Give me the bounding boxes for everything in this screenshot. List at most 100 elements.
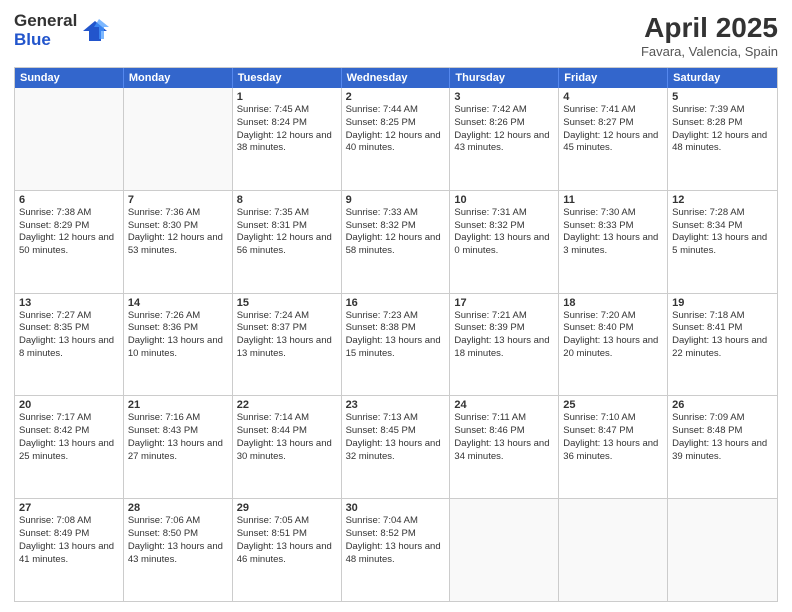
day-info: Sunrise: 7:42 AMSunset: 8:26 PMDaylight:… [454, 104, 554, 155]
day-info: Sunrise: 7:18 AMSunset: 8:41 PMDaylight:… [672, 310, 773, 361]
day-info: Sunrise: 7:41 AMSunset: 8:27 PMDaylight:… [563, 104, 663, 155]
day-info: Sunrise: 7:08 AMSunset: 8:49 PMDaylight:… [19, 515, 119, 566]
calendar-header-cell: Friday [559, 68, 668, 88]
calendar-cell: 10Sunrise: 7:31 AMSunset: 8:32 PMDayligh… [450, 191, 559, 293]
day-info: Sunrise: 7:39 AMSunset: 8:28 PMDaylight:… [672, 104, 773, 155]
calendar-cell: 18Sunrise: 7:20 AMSunset: 8:40 PMDayligh… [559, 294, 668, 396]
calendar-cell: 9Sunrise: 7:33 AMSunset: 8:32 PMDaylight… [342, 191, 451, 293]
calendar-cell: 19Sunrise: 7:18 AMSunset: 8:41 PMDayligh… [668, 294, 777, 396]
day-info: Sunrise: 7:06 AMSunset: 8:50 PMDaylight:… [128, 515, 228, 566]
day-number: 2 [346, 91, 446, 103]
calendar-cell: 17Sunrise: 7:21 AMSunset: 8:39 PMDayligh… [450, 294, 559, 396]
calendar-cell: 26Sunrise: 7:09 AMSunset: 8:48 PMDayligh… [668, 396, 777, 498]
subtitle: Favara, Valencia, Spain [641, 44, 778, 59]
calendar-cell: 24Sunrise: 7:11 AMSunset: 8:46 PMDayligh… [450, 396, 559, 498]
day-number: 3 [454, 91, 554, 103]
calendar-cell: 22Sunrise: 7:14 AMSunset: 8:44 PMDayligh… [233, 396, 342, 498]
title-area: April 2025 Favara, Valencia, Spain [641, 12, 778, 59]
calendar-cell: 4Sunrise: 7:41 AMSunset: 8:27 PMDaylight… [559, 88, 668, 190]
day-info: Sunrise: 7:35 AMSunset: 8:31 PMDaylight:… [237, 207, 337, 258]
calendar-row: 13Sunrise: 7:27 AMSunset: 8:35 PMDayligh… [15, 293, 777, 396]
calendar-header-cell: Thursday [450, 68, 559, 88]
day-info: Sunrise: 7:14 AMSunset: 8:44 PMDaylight:… [237, 412, 337, 463]
logo-blue: Blue [14, 31, 77, 50]
calendar-cell [450, 499, 559, 601]
logo-icon [81, 17, 109, 45]
calendar-header-cell: Wednesday [342, 68, 451, 88]
calendar: SundayMondayTuesdayWednesdayThursdayFrid… [14, 67, 778, 602]
day-info: Sunrise: 7:23 AMSunset: 8:38 PMDaylight:… [346, 310, 446, 361]
calendar-cell [559, 499, 668, 601]
day-info: Sunrise: 7:16 AMSunset: 8:43 PMDaylight:… [128, 412, 228, 463]
day-info: Sunrise: 7:13 AMSunset: 8:45 PMDaylight:… [346, 412, 446, 463]
day-number: 14 [128, 297, 228, 309]
day-info: Sunrise: 7:38 AMSunset: 8:29 PMDaylight:… [19, 207, 119, 258]
day-number: 6 [19, 194, 119, 206]
main-title: April 2025 [641, 12, 778, 44]
day-info: Sunrise: 7:05 AMSunset: 8:51 PMDaylight:… [237, 515, 337, 566]
day-info: Sunrise: 7:45 AMSunset: 8:24 PMDaylight:… [237, 104, 337, 155]
header: General Blue April 2025 Favara, Valencia… [14, 12, 778, 59]
logo: General Blue [14, 12, 109, 49]
calendar-cell: 13Sunrise: 7:27 AMSunset: 8:35 PMDayligh… [15, 294, 124, 396]
calendar-cell: 28Sunrise: 7:06 AMSunset: 8:50 PMDayligh… [124, 499, 233, 601]
logo-general: General [14, 12, 77, 31]
day-number: 17 [454, 297, 554, 309]
day-info: Sunrise: 7:21 AMSunset: 8:39 PMDaylight:… [454, 310, 554, 361]
day-number: 18 [563, 297, 663, 309]
calendar-header-cell: Tuesday [233, 68, 342, 88]
day-number: 29 [237, 502, 337, 514]
day-number: 25 [563, 399, 663, 411]
day-info: Sunrise: 7:36 AMSunset: 8:30 PMDaylight:… [128, 207, 228, 258]
day-number: 7 [128, 194, 228, 206]
day-number: 22 [237, 399, 337, 411]
day-info: Sunrise: 7:09 AMSunset: 8:48 PMDaylight:… [672, 412, 773, 463]
calendar-row: 20Sunrise: 7:17 AMSunset: 8:42 PMDayligh… [15, 395, 777, 498]
day-number: 5 [672, 91, 773, 103]
calendar-cell: 12Sunrise: 7:28 AMSunset: 8:34 PMDayligh… [668, 191, 777, 293]
day-info: Sunrise: 7:10 AMSunset: 8:47 PMDaylight:… [563, 412, 663, 463]
day-number: 11 [563, 194, 663, 206]
calendar-header-cell: Sunday [15, 68, 124, 88]
day-number: 12 [672, 194, 773, 206]
day-number: 30 [346, 502, 446, 514]
day-number: 26 [672, 399, 773, 411]
day-number: 10 [454, 194, 554, 206]
calendar-cell: 29Sunrise: 7:05 AMSunset: 8:51 PMDayligh… [233, 499, 342, 601]
day-info: Sunrise: 7:04 AMSunset: 8:52 PMDaylight:… [346, 515, 446, 566]
day-info: Sunrise: 7:26 AMSunset: 8:36 PMDaylight:… [128, 310, 228, 361]
calendar-cell: 20Sunrise: 7:17 AMSunset: 8:42 PMDayligh… [15, 396, 124, 498]
day-number: 21 [128, 399, 228, 411]
day-info: Sunrise: 7:11 AMSunset: 8:46 PMDaylight:… [454, 412, 554, 463]
calendar-cell: 6Sunrise: 7:38 AMSunset: 8:29 PMDaylight… [15, 191, 124, 293]
day-info: Sunrise: 7:24 AMSunset: 8:37 PMDaylight:… [237, 310, 337, 361]
day-info: Sunrise: 7:17 AMSunset: 8:42 PMDaylight:… [19, 412, 119, 463]
calendar-row: 1Sunrise: 7:45 AMSunset: 8:24 PMDaylight… [15, 88, 777, 190]
calendar-body: 1Sunrise: 7:45 AMSunset: 8:24 PMDaylight… [15, 88, 777, 601]
calendar-cell: 30Sunrise: 7:04 AMSunset: 8:52 PMDayligh… [342, 499, 451, 601]
day-info: Sunrise: 7:44 AMSunset: 8:25 PMDaylight:… [346, 104, 446, 155]
day-number: 27 [19, 502, 119, 514]
day-number: 24 [454, 399, 554, 411]
day-number: 23 [346, 399, 446, 411]
calendar-row: 27Sunrise: 7:08 AMSunset: 8:49 PMDayligh… [15, 498, 777, 601]
day-number: 4 [563, 91, 663, 103]
calendar-cell: 1Sunrise: 7:45 AMSunset: 8:24 PMDaylight… [233, 88, 342, 190]
calendar-cell: 14Sunrise: 7:26 AMSunset: 8:36 PMDayligh… [124, 294, 233, 396]
calendar-cell: 21Sunrise: 7:16 AMSunset: 8:43 PMDayligh… [124, 396, 233, 498]
calendar-cell: 5Sunrise: 7:39 AMSunset: 8:28 PMDaylight… [668, 88, 777, 190]
day-info: Sunrise: 7:20 AMSunset: 8:40 PMDaylight:… [563, 310, 663, 361]
day-number: 13 [19, 297, 119, 309]
calendar-cell [124, 88, 233, 190]
calendar-cell: 7Sunrise: 7:36 AMSunset: 8:30 PMDaylight… [124, 191, 233, 293]
calendar-cell [15, 88, 124, 190]
calendar-cell: 15Sunrise: 7:24 AMSunset: 8:37 PMDayligh… [233, 294, 342, 396]
calendar-cell: 16Sunrise: 7:23 AMSunset: 8:38 PMDayligh… [342, 294, 451, 396]
day-number: 19 [672, 297, 773, 309]
calendar-cell: 25Sunrise: 7:10 AMSunset: 8:47 PMDayligh… [559, 396, 668, 498]
day-info: Sunrise: 7:27 AMSunset: 8:35 PMDaylight:… [19, 310, 119, 361]
day-number: 16 [346, 297, 446, 309]
day-info: Sunrise: 7:30 AMSunset: 8:33 PMDaylight:… [563, 207, 663, 258]
calendar-cell: 2Sunrise: 7:44 AMSunset: 8:25 PMDaylight… [342, 88, 451, 190]
calendar-cell: 11Sunrise: 7:30 AMSunset: 8:33 PMDayligh… [559, 191, 668, 293]
